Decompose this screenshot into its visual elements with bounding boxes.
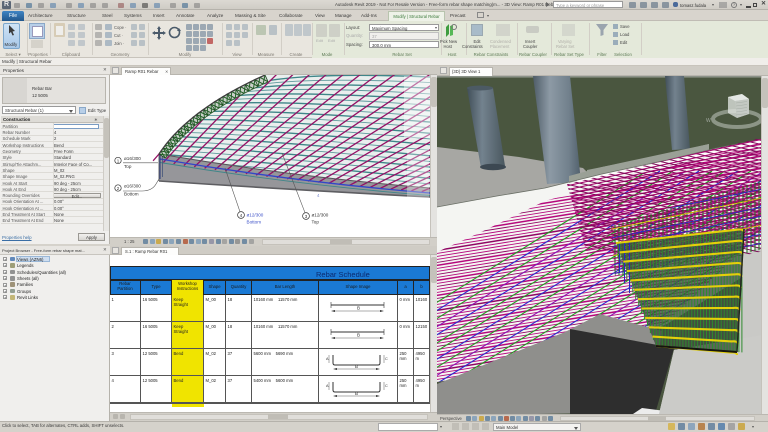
- svg-text:Top: Top: [312, 220, 320, 225]
- svg-text:ø12/300: ø12/300: [247, 213, 264, 218]
- svg-text:C: C: [385, 384, 388, 388]
- svg-text:A: A: [326, 384, 329, 388]
- svg-text:C: C: [385, 357, 388, 361]
- svg-text:1: 1: [117, 158, 120, 163]
- svg-text:4: 4: [240, 213, 243, 218]
- svg-text:Top: Top: [124, 164, 132, 169]
- svg-text:2: 2: [117, 186, 120, 191]
- svg-text:ø12/300: ø12/300: [312, 213, 329, 218]
- svg-text:4: 4: [317, 193, 320, 198]
- svg-text:ø16/300: ø16/300: [124, 184, 141, 189]
- svg-text:B: B: [357, 333, 360, 338]
- svg-text:W: W: [706, 118, 711, 124]
- svg-text:ø16/300: ø16/300: [124, 156, 141, 161]
- svg-text:A: A: [326, 357, 329, 361]
- svg-text:B: B: [355, 391, 358, 396]
- svg-text:Bottom: Bottom: [247, 220, 262, 225]
- svg-text:B: B: [355, 364, 358, 369]
- svg-text:B: B: [357, 306, 360, 311]
- svg-text:3: 3: [305, 214, 308, 219]
- svg-text:Bottom: Bottom: [124, 192, 139, 197]
